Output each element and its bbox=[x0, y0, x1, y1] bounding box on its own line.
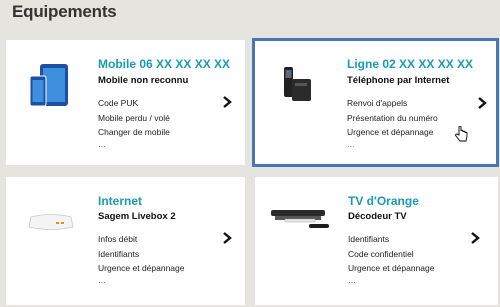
card-subtitle: Téléphone par Internet bbox=[347, 75, 450, 86]
more-ellipsis: … bbox=[347, 140, 355, 149]
card-subtitle: Décodeur TV bbox=[348, 211, 407, 222]
more-ellipsis: … bbox=[98, 276, 106, 285]
chevron-right-icon[interactable] bbox=[220, 230, 234, 246]
card-mobile[interactable]: Mobile 06 XX XX XX XX Mobile non reconnu… bbox=[6, 40, 245, 165]
hand-cursor-icon bbox=[455, 126, 468, 142]
tv-decoder-icon bbox=[271, 210, 329, 228]
card-subtitle: Mobile non reconnu bbox=[98, 75, 189, 86]
link-emergency-repair[interactable]: Urgence et dépannage bbox=[348, 263, 435, 273]
card-home-line[interactable]: Ligne 02 XX XX XX XX Téléphone par Inter… bbox=[252, 38, 499, 167]
chevron-right-icon[interactable] bbox=[475, 95, 489, 111]
mobile-tablet-icon bbox=[29, 64, 68, 107]
link-credentials[interactable]: Identifiants bbox=[348, 234, 389, 244]
link-caller-id[interactable]: Présentation du numéro bbox=[347, 113, 438, 123]
card-title: Ligne 02 XX XX XX XX bbox=[347, 57, 474, 71]
link-code-puk[interactable]: Code PUK bbox=[98, 98, 138, 108]
link-change-mobile[interactable]: Changer de mobile bbox=[98, 127, 170, 137]
link-emergency-repair[interactable]: Urgence et dépannage bbox=[98, 263, 185, 273]
card-title: TV d'Orange bbox=[348, 194, 419, 208]
card-title: Internet bbox=[98, 194, 143, 208]
card-subtitle: Sagem Livebox 2 bbox=[98, 211, 176, 222]
link-call-forwarding[interactable]: Renvoi d'appels bbox=[347, 98, 407, 108]
card-internet[interactable]: Internet Sagem Livebox 2 Infos débit Ide… bbox=[6, 177, 245, 305]
link-mobile-lost[interactable]: Mobile perdu / volé bbox=[98, 113, 170, 123]
card-tv[interactable]: TV d'Orange Décodeur TV Identifiants Cod… bbox=[255, 177, 498, 305]
more-ellipsis: … bbox=[348, 276, 356, 285]
chevron-right-icon[interactable] bbox=[220, 94, 234, 110]
card-title: Mobile 06 XX XX XX XX bbox=[98, 57, 231, 71]
chevron-right-icon[interactable] bbox=[468, 230, 482, 246]
home-phone-icon bbox=[284, 67, 311, 101]
more-ellipsis: … bbox=[98, 140, 106, 149]
link-emergency-repair[interactable]: Urgence et dépannage bbox=[347, 127, 434, 137]
link-credentials[interactable]: Identifiants bbox=[98, 249, 139, 259]
link-confidential-code[interactable]: Code confidentiel bbox=[348, 249, 414, 259]
link-bandwidth-info[interactable]: Infos débit bbox=[98, 234, 137, 244]
livebox-router-icon bbox=[28, 214, 74, 230]
page-title: Equipements bbox=[12, 2, 117, 21]
